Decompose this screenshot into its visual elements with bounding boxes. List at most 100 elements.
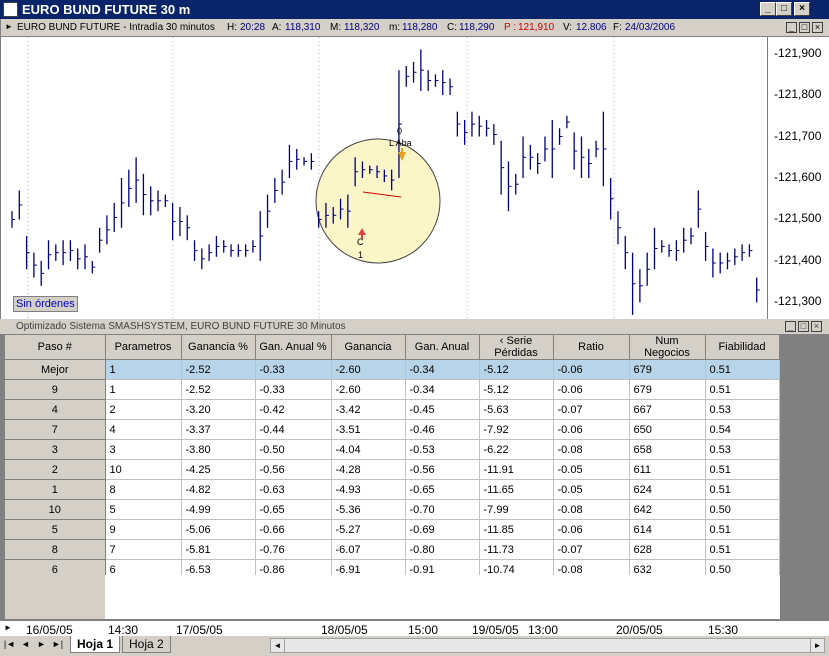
table-cell[interactable]: 8 (105, 479, 182, 500)
row-header[interactable]: 10 (5, 499, 106, 520)
table-cell[interactable]: -4.99 (181, 499, 256, 520)
table-cell[interactable]: -0.06 (553, 519, 630, 540)
table-cell[interactable]: -7.92 (479, 419, 554, 440)
table-cell[interactable]: -6.22 (479, 439, 554, 460)
table-cell[interactable]: 0.51 (705, 479, 780, 500)
table-cell[interactable]: -0.65 (255, 499, 332, 520)
table-cell[interactable]: -0.80 (405, 539, 480, 560)
table-cell[interactable]: 1 (105, 379, 182, 400)
table-cell[interactable]: 650 (629, 419, 706, 440)
table-cell[interactable]: -0.08 (553, 439, 630, 460)
table-cell[interactable]: -3.37 (181, 419, 256, 440)
table-cell[interactable]: 0.51 (705, 459, 780, 480)
table-cell[interactable]: -5.81 (181, 539, 256, 560)
table-cell[interactable]: -0.42 (255, 399, 332, 420)
column-header[interactable]: Paso # (5, 335, 106, 360)
table-cell[interactable]: -0.06 (553, 359, 630, 380)
table-cell[interactable]: -0.56 (405, 459, 480, 480)
row-header[interactable]: 8 (5, 539, 106, 560)
table-cell[interactable]: 9 (105, 519, 182, 540)
row-header[interactable]: 2 (5, 459, 106, 480)
table-cell[interactable]: 0.51 (705, 379, 780, 400)
column-header[interactable]: Num Negocios (629, 335, 706, 360)
table-cell[interactable]: 3 (105, 439, 182, 460)
table-cell[interactable]: -0.66 (255, 519, 332, 540)
table-cell[interactable]: 667 (629, 399, 706, 420)
table-cell[interactable]: -0.34 (405, 359, 480, 380)
table-row[interactable]: 8 7 -5.81 -0.76 -6.07 -0.80 -11.73 -0.07 628 0.51 (5, 539, 780, 560)
table-cell[interactable]: 7 (105, 539, 182, 560)
chart-minimize-button[interactable]: _ (786, 22, 797, 33)
table-cell[interactable]: -0.46 (405, 419, 480, 440)
table-cell[interactable]: -4.25 (181, 459, 256, 480)
next-sheet-icon[interactable]: ► (34, 638, 49, 653)
table-cell[interactable]: -0.53 (405, 439, 480, 460)
minimize-button[interactable]: _ (760, 2, 776, 16)
maximize-button[interactable]: □ (776, 2, 792, 16)
column-header[interactable]: Ganancia (331, 335, 406, 360)
table-cell[interactable]: -11.73 (479, 539, 554, 560)
table-cell[interactable]: -11.65 (479, 479, 554, 500)
tab-hoja-2[interactable]: Hoja 2 (122, 636, 171, 653)
table-cell[interactable]: -2.52 (181, 379, 256, 400)
table-cell[interactable]: -0.65 (405, 479, 480, 500)
table-cell[interactable]: 0.53 (705, 439, 780, 460)
table-cell[interactable]: 0.51 (705, 359, 780, 380)
orders-status-button[interactable]: Sin órdenes (13, 296, 78, 312)
price-chart[interactable]: 0L AbaC1 (1, 37, 767, 319)
column-header[interactable]: Ratio (553, 335, 630, 360)
table-row[interactable]: 5 9 -5.06 -0.66 -5.27 -0.69 -11.85 -0.06 614 0.51 (5, 519, 780, 540)
table-cell[interactable]: 1 (105, 359, 182, 380)
table-cell[interactable]: 679 (629, 379, 706, 400)
table-cell[interactable]: -0.08 (553, 499, 630, 520)
row-header[interactable]: 3 (5, 439, 106, 460)
table-cell[interactable]: 679 (629, 359, 706, 380)
table-cell[interactable]: -5.27 (331, 519, 406, 540)
table-cell[interactable]: -3.42 (331, 399, 406, 420)
table-cell[interactable]: -0.44 (255, 419, 332, 440)
last-sheet-icon[interactable]: ►| (50, 638, 65, 653)
table-cell[interactable]: 0.50 (705, 499, 780, 520)
table-cell[interactable]: -7.99 (479, 499, 554, 520)
tab-hoja-1[interactable]: Hoja 1 (70, 636, 121, 653)
column-header[interactable]: Gan. Anual (405, 335, 480, 360)
table-cell[interactable]: -3.20 (181, 399, 256, 420)
table-cell[interactable]: -0.45 (405, 399, 480, 420)
table-cell[interactable]: -0.05 (553, 459, 630, 480)
table-cell[interactable]: -5.06 (181, 519, 256, 540)
table-row[interactable]: 9 1 -2.52 -0.33 -2.60 -0.34 -5.12 -0.06 679 0.51 (5, 379, 780, 400)
table-cell[interactable]: -0.63 (255, 479, 332, 500)
table-cell[interactable]: -11.85 (479, 519, 554, 540)
scroll-left-icon[interactable]: ◄ (271, 639, 285, 652)
table-cell[interactable]: -4.82 (181, 479, 256, 500)
table-row[interactable]: 1 8 -4.82 -0.63 -4.93 -0.65 -11.65 -0.05 624 0.51 (5, 479, 780, 500)
table-cell[interactable]: -0.06 (553, 419, 630, 440)
table-cell[interactable]: -0.05 (553, 479, 630, 500)
row-header[interactable]: Mejor (5, 359, 106, 380)
table-cell[interactable]: 10 (105, 459, 182, 480)
table-cell[interactable]: -0.34 (405, 379, 480, 400)
table-cell[interactable]: -6.07 (331, 539, 406, 560)
table-cell[interactable]: 0.53 (705, 399, 780, 420)
table-cell[interactable]: 611 (629, 459, 706, 480)
table-row[interactable]: 7 4 -3.37 -0.44 -3.51 -0.46 -7.92 -0.06 650 0.54 (5, 419, 780, 440)
table-cell[interactable]: -0.70 (405, 499, 480, 520)
table-cell[interactable]: -2.60 (331, 379, 406, 400)
first-sheet-icon[interactable]: |◄ (2, 638, 17, 653)
column-header[interactable]: ‹ Serie Pérdidas (479, 335, 554, 360)
chart-maximize-button[interactable]: □ (799, 22, 810, 33)
column-header[interactable]: Fiabilidad (705, 335, 780, 360)
close-button[interactable]: × (794, 2, 810, 16)
table-cell[interactable]: -4.04 (331, 439, 406, 460)
optimizer-minimize-button[interactable]: _ (785, 321, 796, 332)
table-cell[interactable]: -0.07 (553, 539, 630, 560)
optimizer-maximize-button[interactable]: □ (798, 321, 809, 332)
table-cell[interactable]: -3.80 (181, 439, 256, 460)
scroll-right-icon[interactable]: ► (810, 639, 824, 652)
table-cell[interactable]: -2.52 (181, 359, 256, 380)
table-row[interactable]: 10 5 -4.99 -0.65 -5.36 -0.70 -7.99 -0.08 642 0.50 (5, 499, 780, 520)
row-header[interactable]: 7 (5, 419, 106, 440)
table-cell[interactable]: -0.50 (255, 439, 332, 460)
table-cell[interactable]: 642 (629, 499, 706, 520)
table-cell[interactable]: -3.51 (331, 419, 406, 440)
